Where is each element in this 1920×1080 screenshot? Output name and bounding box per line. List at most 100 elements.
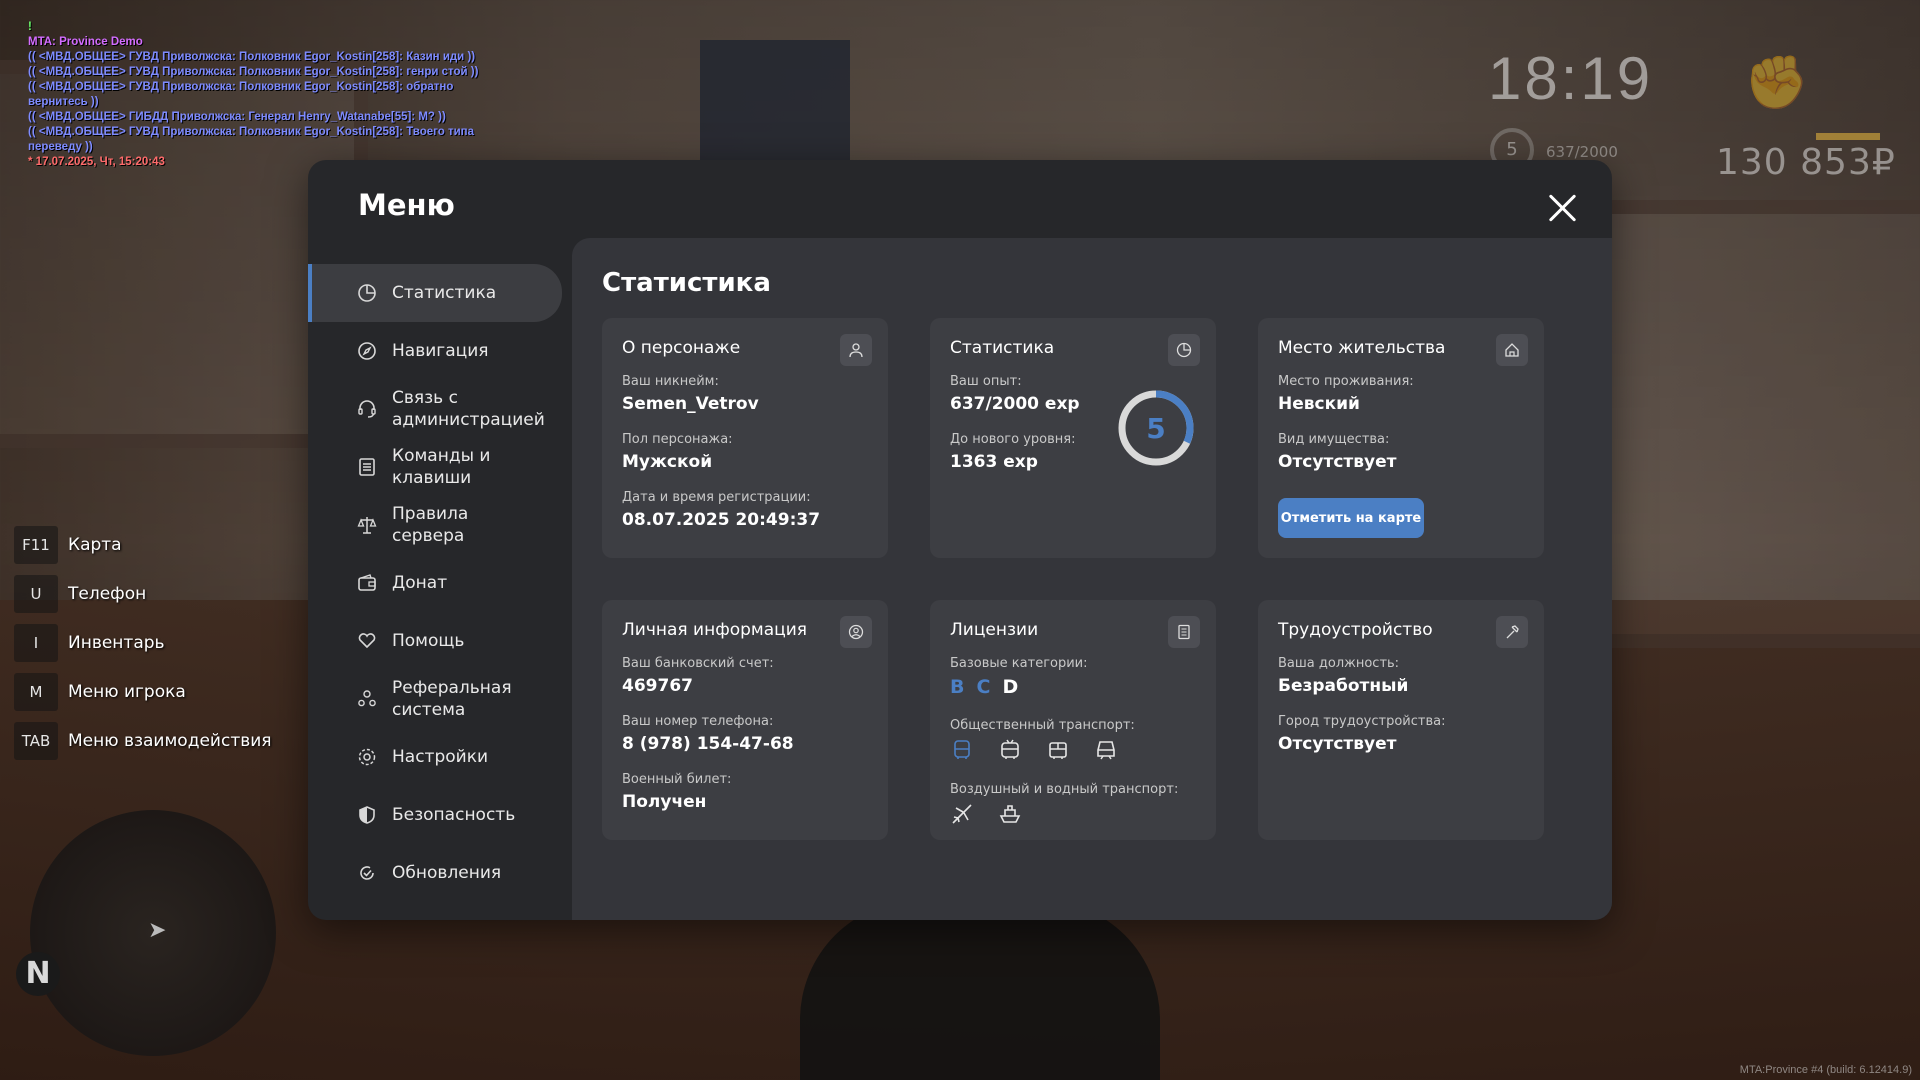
content-panel: Статистика О персонаже Ваш никнейм: Seme…: [572, 238, 1612, 920]
field-label: Ваш никнейм:: [622, 374, 719, 389]
mark-on-map-button[interactable]: Отметить на карте: [1278, 498, 1424, 538]
nav-label: Помощь: [392, 631, 465, 651]
chat-line: (( <МВД.ОБЩЕЕ> ГУВД Приволжска: Полковни…: [28, 66, 479, 78]
field-label: Ваш банковский счет:: [622, 656, 774, 671]
shortcut-interaction-menu[interactable]: TAB Меню взаимодействия: [14, 716, 272, 765]
bus-icon: [954, 740, 970, 759]
field-label: Ваш номер телефона:: [622, 714, 774, 729]
shortcut-key: F11: [14, 525, 58, 564]
card-licenses: Лицензии Базовые категории: B C D Общест…: [930, 600, 1216, 840]
player-character: [800, 900, 1160, 1080]
hud-hunger-bar: [1816, 133, 1880, 140]
shortcut-phone[interactable]: U Телефон: [14, 569, 272, 618]
close-button[interactable]: [1546, 192, 1578, 224]
headset-icon: [356, 398, 378, 420]
refresh-icon: [356, 862, 378, 884]
job-city-value: Отсутствует: [1278, 734, 1397, 754]
card-title: О персонаже: [622, 338, 741, 358]
shortcut-key: M: [14, 672, 58, 711]
nav-item-admin-contact[interactable]: Связь с администрацией: [308, 380, 562, 438]
scales-icon: [356, 514, 378, 536]
nav-item-commands[interactable]: Команды и клавиши: [308, 438, 562, 496]
field-label: Город трудоустройства:: [1278, 714, 1446, 729]
nav-item-navigation[interactable]: Навигация: [308, 322, 562, 380]
menu-title: Меню: [358, 188, 455, 222]
document-icon: [1168, 616, 1200, 648]
nav-item-updates[interactable]: Обновления: [308, 844, 562, 902]
field-label: Базовые категории:: [950, 656, 1088, 671]
hammer-icon: [1496, 616, 1528, 648]
nav-item-rules[interactable]: Правила сервера: [308, 496, 562, 554]
license-categories: B C D: [950, 676, 1018, 698]
nav-label: Команды и клавиши: [392, 446, 491, 488]
field-label: Вид имущества:: [1278, 432, 1390, 447]
tram-icon: [1049, 742, 1067, 759]
home-icon: [1496, 334, 1528, 366]
build-version: MTA:Province #4 (build: 6.12414.9): [1739, 1064, 1912, 1076]
content-title: Статистика: [602, 268, 771, 298]
card-title: Трудоустройство: [1278, 620, 1433, 640]
chat-line: (( <МВД.ОБЩЕЕ> ГУВД Приволжска: Полковни…: [28, 51, 476, 63]
shortcut-key: I: [14, 623, 58, 662]
shortcut-list: F11 Карта U Телефон I Инвентарь M Меню и…: [14, 520, 272, 765]
player-menu: Меню Статистика Навигация Связь с админи…: [308, 160, 1612, 920]
chat-line: (( <МВД.ОБЩЕЕ> ГУВД Приволжска: Полковни…: [28, 126, 475, 153]
exp-value: 637/2000 exp: [950, 394, 1080, 414]
nav-item-referral[interactable]: Реферальная система: [308, 670, 562, 728]
chat-line: (( <МВД.ОБЩЕЕ> ГИБДД Приволжска: Генерал…: [28, 111, 446, 123]
nav-item-help[interactable]: Помощь: [308, 612, 562, 670]
card-title: Место жительства: [1278, 338, 1446, 358]
shortcut-map[interactable]: F11 Карта: [14, 520, 272, 569]
nav-item-donate[interactable]: Донат: [308, 554, 562, 612]
game-window-right: [1560, 200, 1920, 648]
nav-item-statistics[interactable]: Статистика: [308, 264, 562, 322]
card-character: О персонаже Ваш никнейм: Semen_Vetrov По…: [602, 318, 888, 558]
chat-line: (( <МВД.ОБЩЕЕ> ГУВД Приволжска: Полковни…: [28, 81, 454, 108]
license-category: D: [1002, 676, 1019, 698]
level-number: 5: [1146, 412, 1165, 445]
nav-label: Обновления: [392, 863, 502, 883]
field-label: Военный билет:: [622, 772, 732, 787]
field-label: Ваш опыт:: [950, 374, 1022, 389]
chat-log: ! MTA: Province Demo (( <МВД.ОБЩЕЕ> ГУВД П…: [28, 20, 498, 170]
card-statistics: Статистика Ваш опыт: 637/2000 exp До нов…: [930, 318, 1216, 558]
shortcut-key: TAB: [14, 721, 58, 760]
people-icon: [356, 688, 378, 710]
field-label: Общественный транспорт:: [950, 718, 1135, 733]
hud-time: 18:19: [1488, 45, 1654, 112]
shortcut-player-menu[interactable]: M Меню игрока: [14, 667, 272, 716]
nav-label: Безопасность: [392, 805, 516, 825]
user-circle-icon: [840, 616, 872, 648]
phone-value: 8 (978) 154-47-68: [622, 734, 794, 754]
field-label: Дата и время регистрации:: [622, 490, 811, 505]
card-personal-info: Личная информация Ваш банковский счет: 4…: [602, 600, 888, 840]
position-value: Безработный: [1278, 676, 1409, 696]
compass-icon: [356, 340, 378, 362]
field-label: Воздушный и водный транспорт:: [950, 782, 1179, 797]
nav-label: Навигация: [392, 341, 489, 361]
shortcut-label: Карта: [68, 534, 122, 555]
card-title: Лицензии: [950, 620, 1039, 640]
menu-sidebar: Статистика Навигация Связь с администрац…: [308, 264, 562, 902]
wallet-icon: [356, 572, 378, 594]
bank-account-value: 469767: [622, 676, 693, 696]
ship-icon: [999, 805, 1021, 823]
nav-label: Реферальная система: [392, 678, 512, 720]
trolleybus-icon: [1001, 739, 1019, 759]
level-progress-ring: 5: [1118, 390, 1194, 466]
player-arrow-icon: ➤: [148, 918, 167, 943]
shortcut-label: Меню взаимодействия: [68, 730, 272, 751]
nav-item-security[interactable]: Безопасность: [308, 786, 562, 844]
registration-value: 08.07.2025 20:49:37: [622, 510, 821, 530]
hud-exp: 637/2000: [1546, 143, 1618, 161]
fist-icon: ✊: [1744, 53, 1809, 113]
field-label: Ваша должность:: [1278, 656, 1400, 671]
license-category: B: [950, 676, 965, 698]
field-label: Пол персонажа:: [622, 432, 733, 447]
nav-item-settings[interactable]: Настройки: [308, 728, 562, 786]
field-label: Место проживания:: [1278, 374, 1414, 389]
card-residence: Место жительства Место проживания: Невск…: [1258, 318, 1544, 558]
field-label: До нового уровня:: [950, 432, 1076, 447]
heart-hands-icon: [356, 630, 378, 652]
shortcut-inventory[interactable]: I Инвентарь: [14, 618, 272, 667]
